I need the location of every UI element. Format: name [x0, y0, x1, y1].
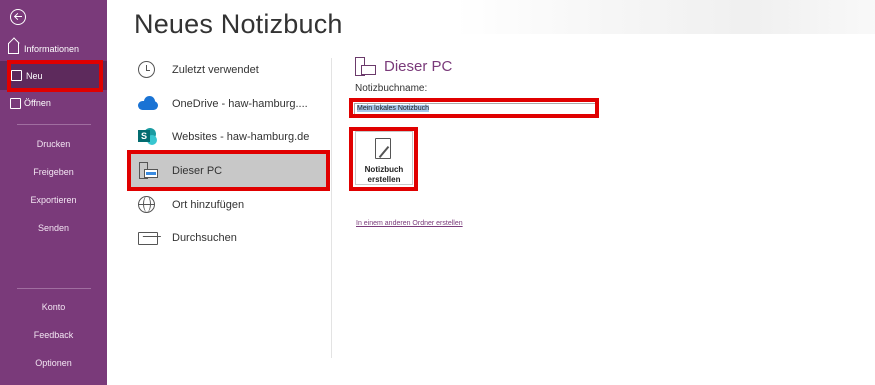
location-onedrive[interactable]: OneDrive - haw-hamburg....: [130, 87, 326, 120]
location-label: Durchsuchen: [172, 232, 237, 244]
backstage-sidebar: Informationen Neu Öffnen Drucken Freigeb…: [0, 0, 107, 385]
clock-icon: [138, 61, 155, 78]
sidebar-item-optionen[interactable]: Optionen: [0, 358, 107, 368]
back-arrow-icon[interactable]: [10, 9, 26, 25]
notebook-name-label: Notizbuchname:: [355, 83, 428, 94]
sidebar-item-label: Informationen: [24, 44, 80, 54]
browse-folder-icon: [138, 232, 158, 245]
location-sharepoint[interactable]: S Websites - haw-hamburg.de: [130, 120, 326, 153]
create-in-other-folder-link[interactable]: In einem anderen Ordner erstellen: [356, 220, 463, 227]
page-title: Neues Notizbuch: [134, 9, 343, 39]
onedrive-icon: [138, 95, 158, 113]
highlight-box-this-pc: [127, 150, 330, 191]
highlight-box-neu: [7, 60, 103, 92]
location-add-place[interactable]: Ort hinzufügen: [130, 188, 326, 221]
location-label: Websites - haw-hamburg.de: [172, 131, 310, 143]
sidebar-divider: [17, 288, 91, 289]
sidebar-item-senden[interactable]: Senden: [0, 223, 107, 233]
sidebar-item-feedback[interactable]: Feedback: [0, 330, 107, 340]
globe-add-icon: [138, 196, 155, 213]
panel-divider: [331, 58, 332, 358]
pane-title: Dieser PC: [384, 58, 453, 75]
location-recent[interactable]: Zuletzt verwendet: [130, 53, 326, 86]
location-browse[interactable]: Durchsuchen: [130, 221, 326, 254]
highlight-box-create-button: [349, 127, 418, 191]
location-label: Zuletzt verwendet: [172, 64, 259, 76]
sidebar-item-oeffnen[interactable]: Öffnen: [0, 97, 107, 111]
header-decoration: [455, 0, 875, 34]
location-label: OneDrive - haw-hamburg....: [172, 98, 308, 110]
sharepoint-icon: S: [138, 128, 158, 146]
highlight-box-name-input: [349, 98, 599, 118]
sidebar-item-label: Öffnen: [24, 98, 51, 108]
sidebar-item-informationen[interactable]: Informationen: [0, 43, 107, 57]
sidebar-divider: [17, 124, 91, 125]
folder-open-icon: [10, 98, 21, 109]
location-label: Ort hinzufügen: [172, 199, 245, 211]
sidebar-item-freigeben[interactable]: Freigeben: [0, 167, 107, 177]
home-icon: [8, 43, 19, 54]
pc-icon: [355, 57, 377, 77]
sidebar-item-konto[interactable]: Konto: [0, 302, 107, 312]
sidebar-item-drucken[interactable]: Drucken: [0, 139, 107, 149]
sidebar-item-exportieren[interactable]: Exportieren: [0, 195, 107, 205]
